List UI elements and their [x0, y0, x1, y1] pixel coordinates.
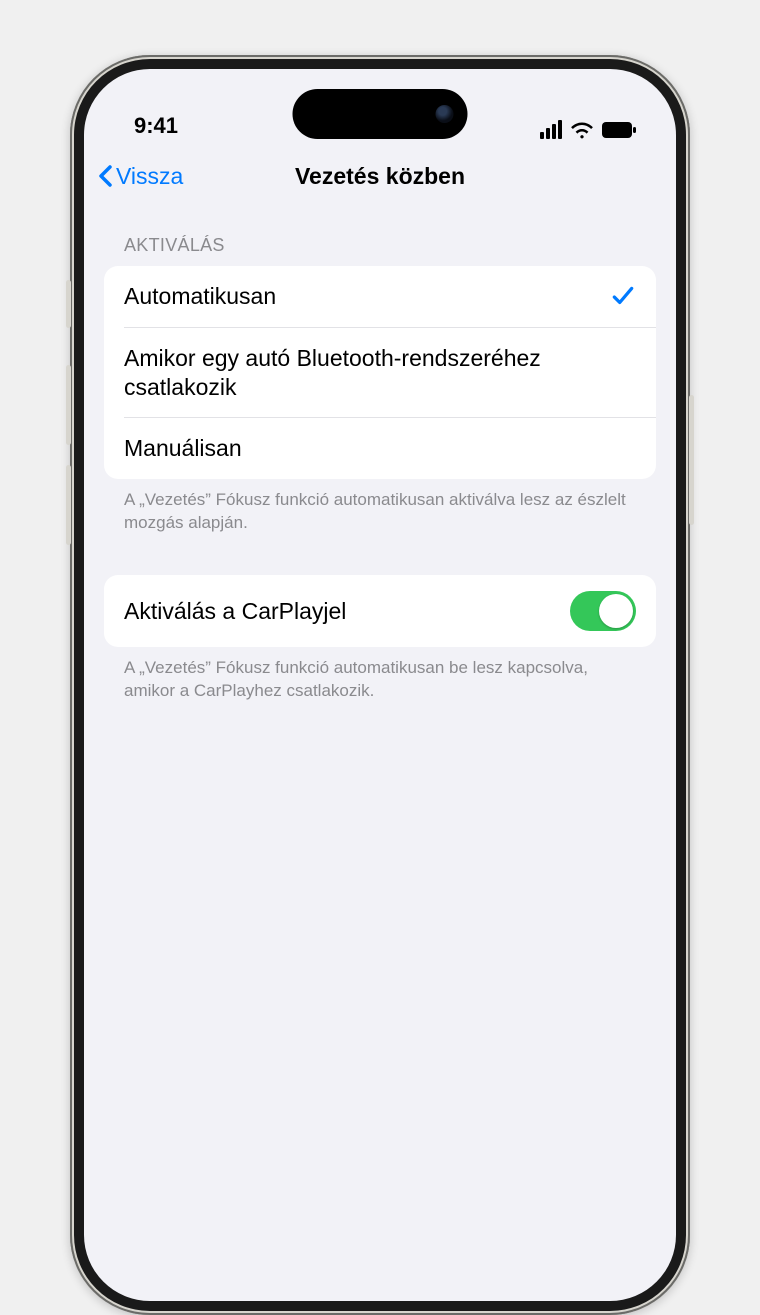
carplay-toggle[interactable]: [570, 591, 636, 631]
option-manual[interactable]: Manuálisan: [124, 417, 656, 479]
back-button[interactable]: Vissza: [98, 163, 183, 190]
volume-down-button[interactable]: [66, 465, 71, 545]
chevron-left-icon: [98, 164, 114, 188]
activation-footer: A „Vezetés” Fókusz funkció automatikusan…: [104, 479, 656, 535]
activation-group: Automatikusan Amikor egy autó Bluetooth-…: [104, 266, 656, 479]
nav-bar: Vissza Vezetés közben: [84, 147, 676, 205]
option-label: Manuálisan: [124, 434, 636, 463]
volume-up-button[interactable]: [66, 365, 71, 445]
checkmark-icon: [610, 283, 636, 309]
back-label: Vissza: [116, 163, 183, 190]
option-bluetooth[interactable]: Amikor egy autó Bluetooth-rendszeréhez c…: [124, 327, 656, 418]
carplay-footer: A „Vezetés” Fókusz funkció automatikusan…: [104, 647, 656, 703]
phone-frame: 9:41 Vissza Vezetés közben AKTIVÁL: [70, 55, 690, 1315]
screen: 9:41 Vissza Vezetés közben AKTIVÁL: [84, 69, 676, 1301]
cellular-icon: [540, 120, 562, 139]
carplay-group: Aktiválás a CarPlayjel: [104, 575, 656, 647]
option-label: Amikor egy autó Bluetooth-rendszeréhez c…: [124, 344, 636, 402]
status-icons: [540, 120, 636, 139]
activation-header: AKTIVÁLÁS: [104, 205, 656, 266]
option-automatic[interactable]: Automatikusan: [104, 266, 656, 327]
option-label: Automatikusan: [124, 282, 610, 311]
carplay-row: Aktiválás a CarPlayjel: [104, 575, 656, 647]
power-button[interactable]: [689, 395, 694, 525]
wifi-icon: [570, 121, 594, 139]
mute-switch[interactable]: [66, 280, 71, 328]
status-time: 9:41: [134, 113, 178, 139]
battery-icon: [602, 122, 636, 138]
content: AKTIVÁLÁS Automatikusan Amikor egy autó …: [84, 205, 676, 703]
carplay-label: Aktiválás a CarPlayjel: [124, 597, 570, 626]
dynamic-island: [293, 89, 468, 139]
